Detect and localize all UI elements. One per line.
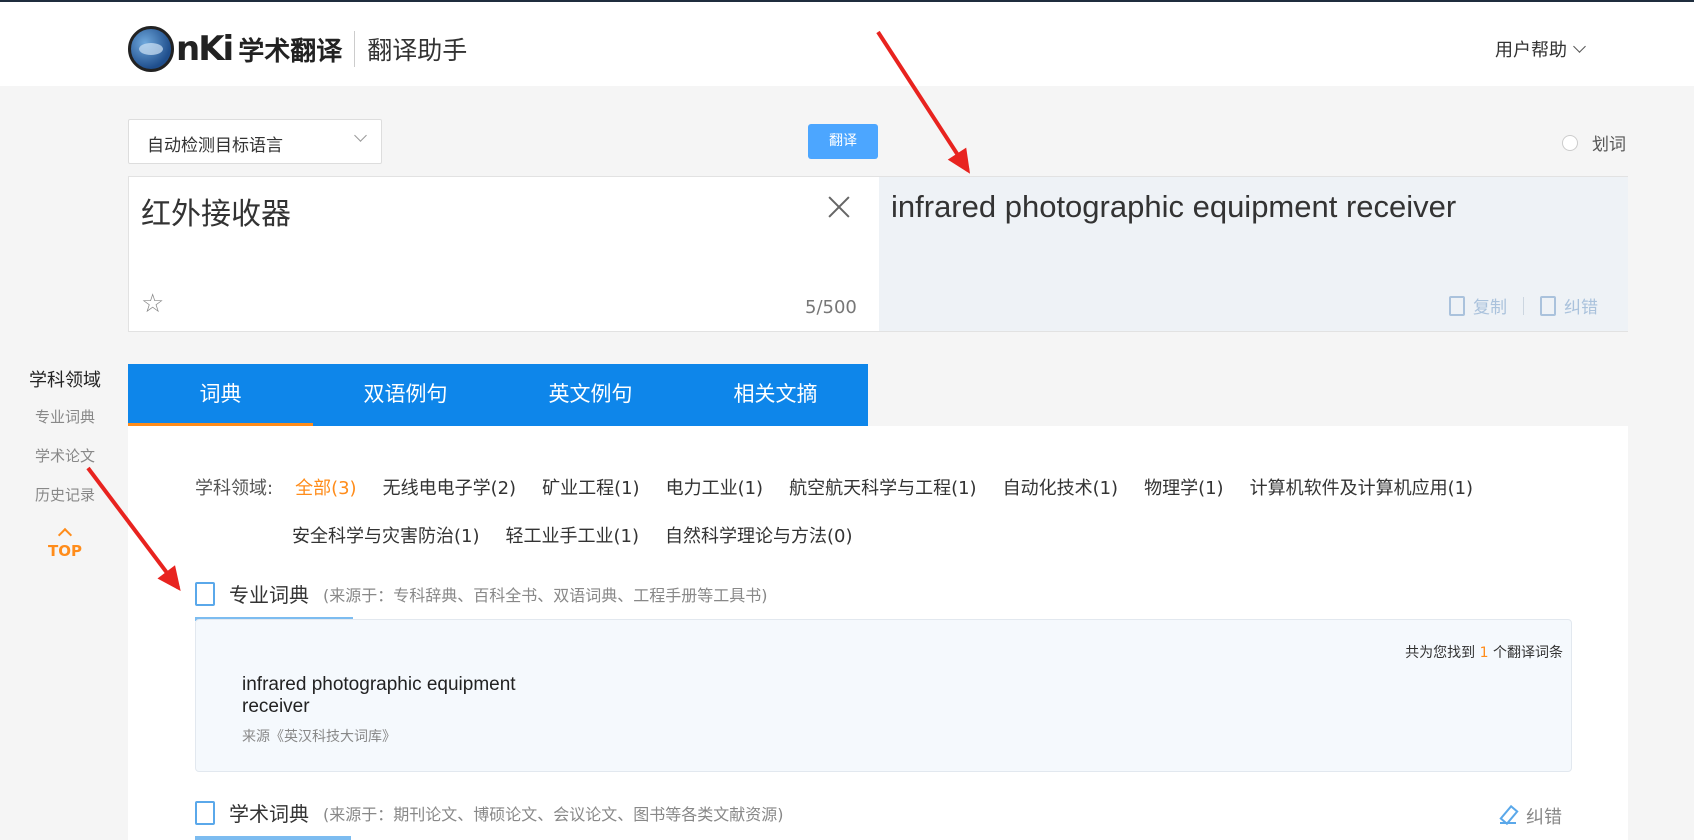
filter-item[interactable]: 矿业工程(1) <box>542 474 640 500</box>
filter-row: 学科领域: 全部(3) 无线电电子学(2) 矿业工程(1) 电力工业(1) 航空… <box>195 474 1495 500</box>
tab-dictionary[interactable]: 词典 <box>128 364 313 426</box>
result-count: 共为您找到 1 个翻译词条 <box>1405 645 1563 661</box>
chevron-down-icon <box>354 129 367 142</box>
report-error-label: 纠错 <box>1526 807 1562 828</box>
cnki-logo[interactable]: nKi 学术翻译 翻译助手 <box>128 24 467 74</box>
filter-item[interactable]: 计算机软件及计算机应用(1) <box>1250 474 1474 500</box>
back-to-top-label: TOP <box>48 542 82 560</box>
translate-button[interactable]: 翻译 <box>808 124 878 159</box>
sidebar-title[interactable]: 学科领域 <box>0 366 130 392</box>
report-error-icon[interactable] <box>1540 295 1556 316</box>
user-help-label: 用户帮助 <box>1495 40 1567 61</box>
copy-button[interactable]: 复制 <box>1473 293 1507 318</box>
document-icon <box>195 800 215 825</box>
translation-output: infrared photographic equipment receiver <box>891 189 1457 224</box>
filter-item[interactable]: 全部(3) <box>295 474 357 500</box>
tab-bilingual-examples[interactable]: 双语例句 <box>313 364 498 426</box>
divider <box>1523 296 1524 315</box>
sidebar-item-professional-dict[interactable]: 专业词典 <box>0 406 130 427</box>
filter-label: 学科领域: <box>195 478 274 499</box>
report-error-link[interactable]: 纠错 <box>1500 803 1562 829</box>
copy-icon[interactable] <box>1449 295 1465 316</box>
section-note: (来源于：专科辞典、百科全书、双语词典、工程手册等工具书) <box>323 585 768 605</box>
logo-text: nKi <box>176 29 234 69</box>
filter-item[interactable]: 自然科学理论与方法(0) <box>665 522 853 548</box>
filter-item[interactable]: 轻工业手工业(1) <box>506 522 640 548</box>
subject-filters: 学科领域: 全部(3) 无线电电子学(2) 矿业工程(1) 电力工业(1) 航空… <box>195 474 1495 570</box>
book-icon <box>195 581 215 606</box>
translation-panel: 红外接收器 ☆ 5/500 infrared photographic equi… <box>128 176 1628 332</box>
chevron-down-icon <box>1573 40 1586 53</box>
filter-row: 安全科学与灾害防治(1) 轻工业手工业(1) 自然科学理论与方法(0) <box>292 522 1495 548</box>
dictionary-entry: infrared photographic equipment receiver <box>242 674 516 717</box>
filter-item[interactable]: 安全科学与灾害防治(1) <box>292 522 480 548</box>
section-title: 专业词典 <box>229 583 309 607</box>
academic-dict-header: 学术词典 (来源于：期刊论文、博硕论文、会议论文、图书等各类文献资源) <box>195 798 784 827</box>
source-text-input[interactable]: 红外接收器 <box>141 189 291 233</box>
filter-item[interactable]: 航空航天科学与工程(1) <box>789 474 977 500</box>
caret-up-icon <box>57 527 73 543</box>
radio-icon[interactable] <box>1562 134 1578 151</box>
target-language-value: 自动检测目标语言 <box>147 136 283 156</box>
tab-english-examples[interactable]: 英文例句 <box>498 364 683 426</box>
professional-dict-header: 专业词典 (来源于：专科辞典、百科全书、双语词典、工程手册等工具书) <box>195 579 768 608</box>
clear-icon[interactable] <box>825 193 853 221</box>
section-note: (来源于：期刊论文、博硕论文、会议论文、图书等各类文献资源) <box>323 804 784 824</box>
entry-source: 来源《英汉科技大词库》 <box>242 729 396 745</box>
word-select-label: 划词 <box>1592 135 1626 155</box>
target-language-select[interactable]: 自动检测目标语言 <box>128 119 382 164</box>
result-tabs: 词典 双语例句 英文例句 相关文摘 <box>128 364 868 426</box>
favorite-star-icon[interactable]: ☆ <box>141 289 164 319</box>
logo-subtitle: 学术翻译 <box>238 36 343 67</box>
word-select-toggle[interactable]: 划词 <box>1562 130 1626 155</box>
product-name: 翻译助手 <box>367 36 468 65</box>
output-actions: 复制 纠错 <box>1449 293 1598 318</box>
dictionary-result: 共为您找到 1 个翻译词条 infrared photographic equi… <box>195 619 1572 772</box>
sidebar-item-academic-papers[interactable]: 学术论文 <box>0 445 130 466</box>
filter-item[interactable]: 电力工业(1) <box>666 474 764 500</box>
section-underline <box>195 836 351 840</box>
filter-item[interactable]: 物理学(1) <box>1144 474 1224 500</box>
report-error-button[interactable]: 纠错 <box>1564 293 1598 318</box>
pencil-icon <box>1500 808 1516 824</box>
tab-related-abstracts[interactable]: 相关文摘 <box>683 364 868 426</box>
back-to-top-button[interactable]: TOP <box>48 527 82 560</box>
filter-item[interactable]: 无线电电子学(2) <box>383 474 517 500</box>
user-help-menu[interactable]: 用户帮助 <box>1495 36 1586 62</box>
logo-divider <box>354 31 356 67</box>
section-title: 学术词典 <box>229 802 309 826</box>
char-count: 5/500 <box>805 297 857 318</box>
top-header: nKi 学术翻译 翻译助手 用户帮助 <box>0 0 1694 86</box>
globe-logo-icon <box>128 26 174 72</box>
output-panel: infrared photographic equipment receiver… <box>879 177 1628 331</box>
filter-item[interactable]: 自动化技术(1) <box>1003 474 1119 500</box>
